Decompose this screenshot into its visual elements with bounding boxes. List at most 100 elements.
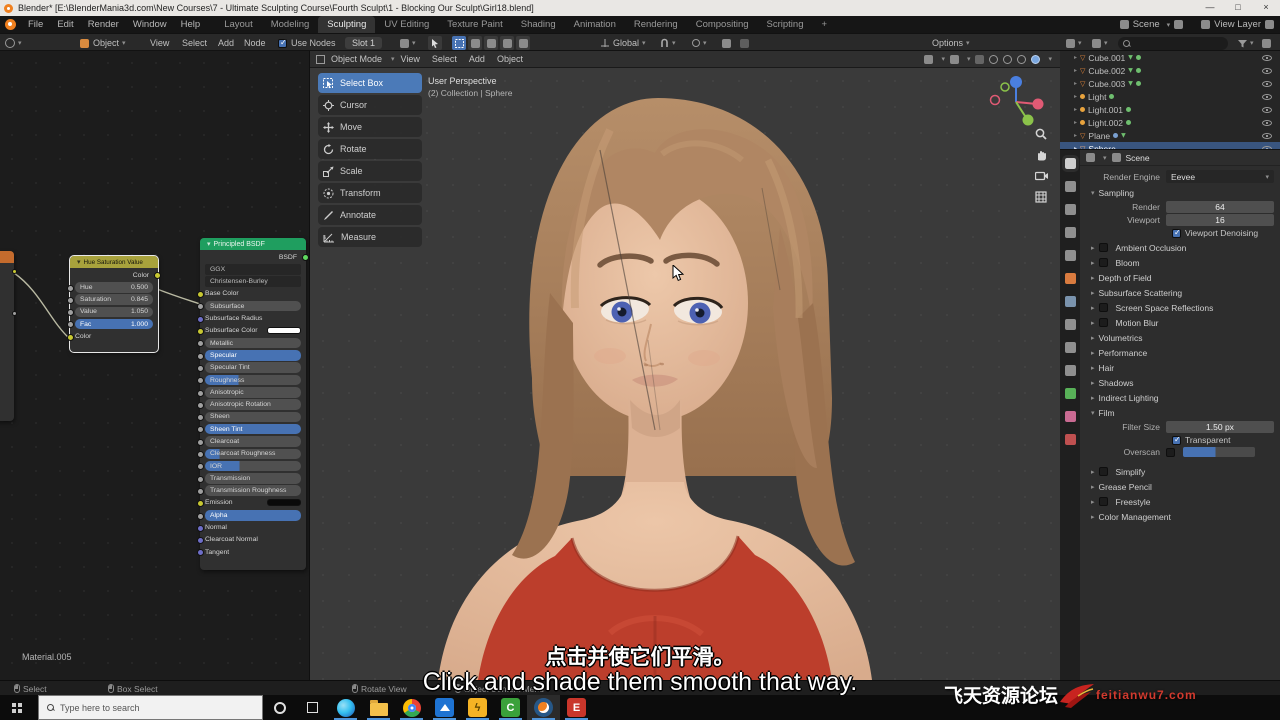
menu-file[interactable]: File: [21, 16, 50, 33]
tab-sculpting[interactable]: Sculpting: [318, 16, 376, 33]
tab-texture-icon[interactable]: [1064, 434, 1076, 445]
active-tool-button[interactable]: [428, 34, 444, 52]
editor-type-selector[interactable]: ▾: [5, 34, 22, 52]
menu-select[interactable]: Select: [182, 34, 207, 52]
task-view-button[interactable]: [296, 695, 329, 720]
checkbox-icon[interactable]: [1098, 318, 1108, 327]
extra-toggle-icon[interactable]: [722, 34, 731, 52]
tab-scene-icon[interactable]: [1064, 227, 1076, 238]
viewport-denoising-checkbox[interactable]: Viewport Denoising: [1172, 228, 1280, 238]
outliner-row-sphere-selected[interactable]: ▸ ▽ Sphere: [1060, 142, 1280, 149]
bsdf-row[interactable]: Clearcoat: [197, 436, 301, 447]
bsdf-row[interactable]: Transmission Roughness: [197, 485, 301, 496]
new-view-layer-icon[interactable]: [1265, 20, 1274, 29]
section-film[interactable]: ▾ Film: [1080, 405, 1280, 420]
bsdf-row[interactable]: Tangent: [197, 547, 301, 558]
outliner-funnel-dropdown[interactable]: ▾: [1238, 34, 1254, 52]
bsdf-row[interactable]: Metallic: [197, 337, 301, 349]
socket[interactable]: [12, 269, 17, 274]
tab-scripting[interactable]: Scripting: [758, 16, 813, 33]
tab-rendering[interactable]: Rendering: [625, 16, 687, 33]
tab-modeling[interactable]: Modeling: [262, 16, 319, 33]
section-shadows[interactable]: ▸ Shadows: [1080, 375, 1280, 390]
blender-logo-icon[interactable]: [5, 19, 16, 30]
bsdf-row[interactable]: Specular Tint: [197, 362, 301, 373]
tab-material-icon[interactable]: [1064, 411, 1076, 422]
tab-uv-editing[interactable]: UV Editing: [375, 16, 438, 33]
editor-icon[interactable]: [1086, 153, 1095, 162]
hsv-output-color[interactable]: Color: [75, 270, 161, 281]
gizmo-toggle-icon[interactable]: [924, 54, 934, 64]
pin-dropdown[interactable]: ▾: [400, 34, 416, 52]
tab-constraints-icon[interactable]: [1064, 365, 1076, 376]
eye-icon[interactable]: [1262, 106, 1272, 113]
hsv-input-color[interactable]: Color: [67, 331, 153, 342]
snap-dropdown[interactable]: ▾: [660, 34, 676, 52]
bsdf-row[interactable]: Base Color: [197, 289, 301, 300]
tab-shading[interactable]: Shading: [512, 16, 565, 33]
eye-icon[interactable]: [1262, 119, 1272, 126]
xray-toggle-icon[interactable]: [975, 54, 985, 64]
outliner-row-cube001[interactable]: ▸ ▽ Cube.001 ▼: [1060, 51, 1280, 64]
filter-size-field[interactable]: Filter Size 1.50 px: [1080, 421, 1274, 433]
camtasia-icon[interactable]: C: [494, 695, 527, 720]
zoom-icon[interactable]: [1034, 127, 1048, 141]
tab-view-layer-icon[interactable]: [1064, 204, 1076, 215]
bsdf-row[interactable]: Subsurface Radius: [197, 313, 301, 324]
outliner-row-light[interactable]: ▸ Light: [1060, 90, 1280, 103]
bsdf-row[interactable]: Transmission: [197, 473, 301, 484]
tab-compositing[interactable]: Compositing: [687, 16, 758, 33]
minimize-button[interactable]: —: [1196, 0, 1224, 16]
render-engine-dropdown[interactable]: Eevee ▾: [1166, 170, 1274, 183]
eye-icon[interactable]: [1262, 80, 1272, 87]
menu-help[interactable]: Help: [174, 16, 208, 33]
section-screen-space-reflections[interactable]: ▸ Screen Space Reflections: [1080, 300, 1280, 315]
shading-material-icon[interactable]: [1017, 54, 1027, 64]
extra-toggle-icon[interactable]: [740, 34, 749, 52]
tab-output-icon[interactable]: [1064, 181, 1076, 192]
tab-physics-icon[interactable]: [1064, 342, 1076, 353]
3d-viewport[interactable]: Object Mode ▾ View Select Add Object ▾ ▾…: [310, 51, 1060, 680]
shader-node-editor[interactable]: ▾ Hue Saturation Value Color Hue 0.500 Sa…: [0, 51, 310, 680]
vp-menu-view[interactable]: View: [395, 54, 426, 64]
proportional-editing-dropdown[interactable]: ▾: [692, 34, 707, 52]
cortana-button[interactable]: [263, 695, 296, 720]
menu-add[interactable]: Add: [218, 34, 234, 52]
section-hair[interactable]: ▸ Hair: [1080, 360, 1280, 375]
vp-menu-add[interactable]: Add: [463, 54, 491, 64]
blender-taskbar-icon[interactable]: [527, 695, 560, 720]
outliner-display-mode[interactable]: ▾: [1066, 34, 1082, 52]
bsdf-row[interactable]: Clearcoat Roughness: [197, 448, 301, 460]
bsdf-row[interactable]: Anisotropic Rotation: [197, 399, 301, 410]
navigation-gizmo[interactable]: [986, 73, 1046, 131]
taskbar-search-input[interactable]: Type here to search: [38, 695, 263, 720]
tab-world-icon[interactable]: [1064, 250, 1076, 261]
bsdf-row[interactable]: Emission: [197, 498, 301, 509]
photos-icon[interactable]: [428, 695, 461, 720]
outliner-row-plane[interactable]: ▸ ▽ Plane ▼: [1060, 129, 1280, 142]
outliner-filter-dropdown[interactable]: ▾: [1092, 34, 1108, 52]
section-depth-of-field[interactable]: ▸ Depth of Field: [1080, 270, 1280, 285]
maximize-button[interactable]: □: [1224, 0, 1252, 16]
tool-select-box[interactable]: Select Box: [318, 73, 422, 93]
section-sampling[interactable]: ▾ Sampling: [1080, 185, 1280, 200]
tab-animation[interactable]: Animation: [565, 16, 625, 33]
tool-measure[interactable]: Measure: [318, 227, 422, 247]
menu-view[interactable]: View: [150, 34, 169, 52]
checkbox-icon[interactable]: [1098, 467, 1108, 476]
viewport-canvas[interactable]: [310, 68, 1060, 680]
principled-node-header[interactable]: ▾ Principled BSDF: [200, 238, 306, 250]
section-motion-blur[interactable]: ▸ Motion Blur: [1080, 315, 1280, 330]
section-ambient-occlusion[interactable]: ▸ Ambient Occlusion: [1080, 240, 1280, 255]
menu-node[interactable]: Node: [244, 34, 266, 52]
bsdf-row[interactable]: Clearcoat Normal: [197, 535, 301, 546]
tool-transform[interactable]: Transform: [318, 183, 422, 203]
vp-menu-select[interactable]: Select: [426, 54, 463, 64]
properties-panel[interactable]: ▾ Scene Render Engine Eevee ▾ ▾ Sampling R…: [1060, 150, 1280, 680]
outliner-row-light001[interactable]: ▸ Light.001: [1060, 103, 1280, 116]
overscan-row[interactable]: Overscan: [1080, 447, 1274, 457]
tool-cursor[interactable]: Cursor: [318, 95, 422, 115]
overlays-toggle-icon[interactable]: [949, 54, 959, 64]
bsdf-output[interactable]: BSDF: [205, 252, 309, 263]
section-grease-pencil[interactable]: ▸ Grease Pencil: [1080, 479, 1280, 494]
